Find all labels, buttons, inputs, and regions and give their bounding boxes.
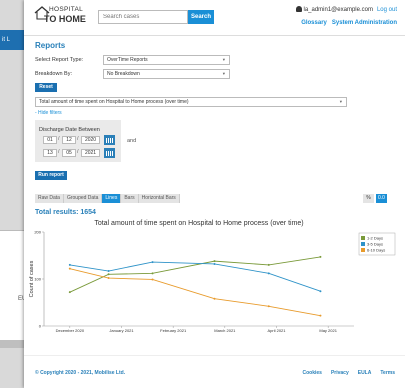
legend-swatch [361,248,365,252]
data-point [107,277,110,280]
data-point [213,262,216,265]
breakdown-label: Breakdown By: [35,71,72,77]
tab-grouped-data[interactable]: Grouped Data [63,194,103,203]
legend-label: 1-2 Days [367,236,383,241]
legend-swatch [361,242,365,246]
data-point [267,272,270,275]
y-tick-label: 0 [39,324,42,329]
x-tick-label: December 2020 [56,328,85,333]
start-month-input[interactable]: 12 [62,136,76,144]
data-point [68,263,71,266]
nav-system-administration[interactable]: System Administration [332,20,397,26]
date-separator: / [77,136,79,142]
y-tick-label: 100 [34,277,41,282]
search-button[interactable]: Search [188,10,214,24]
date-separator: / [58,136,60,142]
series-line-2 [69,268,321,317]
calendar-icon[interactable] [104,148,115,158]
data-point [319,255,322,258]
nav-glossary[interactable]: Glossary [301,20,327,26]
x-tick-label: March 2021 [214,328,236,333]
and-label: and [127,138,137,144]
y-tick-label: 200 [34,230,41,235]
user-icon [295,6,302,12]
start-year-input[interactable]: 2020 [81,136,100,144]
end-day-input[interactable]: 13 [43,149,57,157]
data-point [68,291,71,294]
search-input[interactable] [98,10,188,24]
start-day-input[interactable]: 01 [43,136,57,144]
date-separator: / [58,149,60,155]
data-point [107,270,110,273]
number-toggle[interactable]: 0.0 [376,194,387,203]
user-email: la_admin1@example.com [303,7,373,13]
data-point [107,273,110,276]
chevron-down-icon: ▾ [222,71,225,76]
chart-title: Total amount of time spent on Hospital t… [94,220,303,227]
footer-link-privacy[interactable]: Privacy [331,370,349,376]
data-point [213,260,216,263]
footer-link-eula[interactable]: EULA [358,370,372,376]
user-area: la_admin1@example.com Log out [295,6,397,13]
metric-select[interactable]: Total amount of time spent on Hospital t… [35,97,347,107]
report-type-label: Select Report Type: [35,57,84,63]
page-title: Reports [35,41,66,50]
x-tick-label: April 2021 [267,328,286,333]
breakdown-select[interactable]: No Breakdown ▾ [103,69,230,79]
legend-swatch [361,236,365,240]
breakdown-value: No Breakdown [107,71,140,77]
percent-toggle[interactable]: % [363,194,374,203]
metric-value: Total amount of time spent on Hospital t… [39,99,189,105]
header-nav: Glossary System Administration [301,20,397,26]
footer-link-cookies[interactable]: Cookies [302,370,321,376]
discharge-date-label: Discharge Date Between [39,127,100,133]
data-point [319,290,322,293]
calendar-icon[interactable] [104,135,115,145]
tab-lines[interactable]: Lines [102,194,122,203]
footer-link-terms[interactable]: Terms [380,370,395,376]
tab-bars[interactable]: Bars [121,194,139,203]
view-tabs: Raw Data Grouped Data Lines Bars Horizontal … [35,194,180,203]
tab-raw-data[interactable]: Raw Data [35,194,64,203]
data-point [151,261,154,264]
data-point [213,297,216,300]
legend-label: 6-10 Days [367,248,385,253]
tab-horizontal-bars[interactable]: Horizontal Bars [138,194,180,203]
logo-line2: TO HOME [44,14,86,24]
chevron-down-icon: ▾ [339,99,342,104]
x-tick-label: February 2021 [160,328,187,333]
run-report-button[interactable]: Run report [35,171,67,180]
reset-button[interactable]: Reset [35,83,57,92]
end-month-input[interactable]: 05 [62,149,76,157]
app-window: HOSPITAL TO HOME Search la_admin1@exampl… [24,0,405,388]
logo[interactable]: HOSPITAL TO HOME [34,4,86,26]
x-tick-label: May 2021 [319,328,337,333]
total-results: Total results: 1654 [35,209,96,216]
data-point [151,272,154,275]
footer: © Copyright 2020 - 2021, Mobilise Ltd. C… [24,355,405,388]
header: HOSPITAL TO HOME Search la_admin1@exampl… [24,0,405,36]
x-tick-label: January 2021 [109,328,134,333]
filter-panel: Discharge Date Between 01 / 12 / 2020 13… [35,120,121,162]
series-line-0 [69,256,321,293]
data-point [267,263,270,266]
report-type-select[interactable]: OverTime Reports ▾ [103,55,230,65]
data-point [319,314,322,317]
data-point [151,278,154,281]
y-axis-label: Count of cases [29,260,35,297]
end-year-input[interactable]: 2021 [81,149,100,157]
logout-link[interactable]: Log out [377,7,397,13]
logo-line1: HOSPITAL [49,6,84,13]
line-chart: Total amount of time spent on Hospital t… [29,220,396,333]
chevron-down-icon: ▾ [222,57,225,62]
data-point [267,305,270,308]
legend-label: 3-5 Days [367,242,383,247]
report-type-value: OverTime Reports [107,57,148,63]
date-separator: / [77,149,79,155]
copyright: © Copyright 2020 - 2021, Mobilise Ltd. [35,370,126,376]
footer-links: Cookies Privacy EULA Terms [302,370,395,376]
hide-filters-link[interactable]: - Hide filters [35,110,62,116]
data-point [68,267,71,270]
series-line-1 [69,261,321,292]
